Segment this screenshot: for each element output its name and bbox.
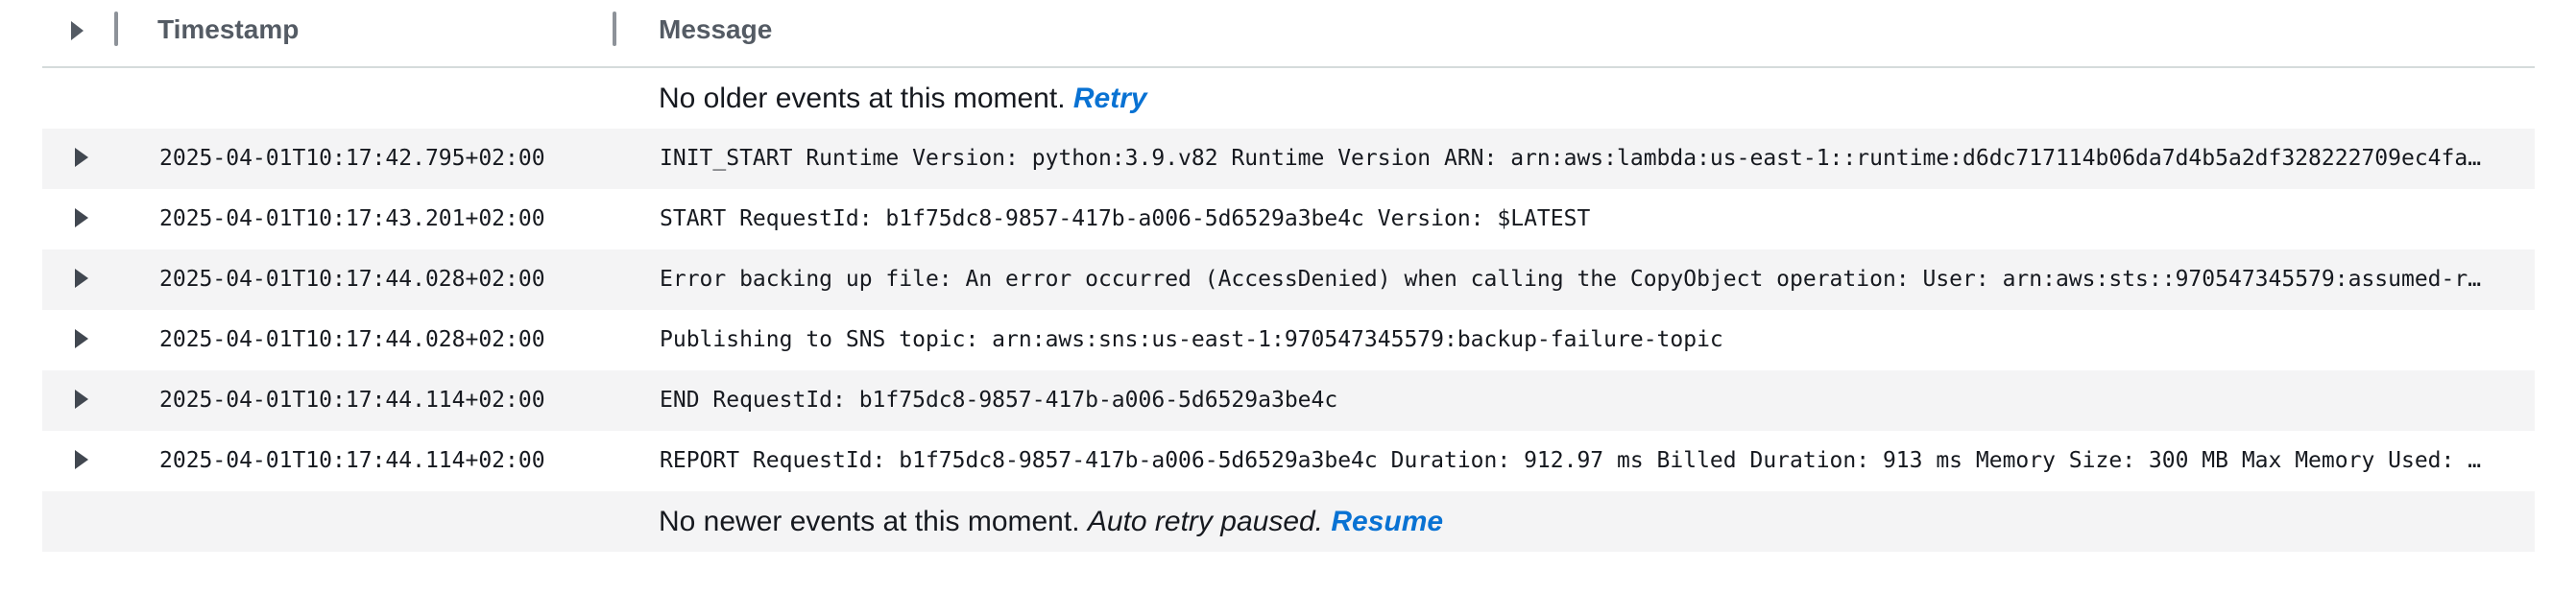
retry-link[interactable]: Retry	[1073, 83, 1147, 114]
auto-retry-status: Auto retry paused.	[1087, 506, 1324, 537]
older-events-banner: No older events at this moment. Retry	[42, 68, 2535, 129]
event-timestamp: 2025-04-01T10:17:43.201+02:00	[159, 206, 545, 231]
expand-row-icon[interactable]	[75, 390, 88, 409]
event-timestamp: 2025-04-01T10:17:44.028+02:00	[159, 267, 545, 292]
log-event-row[interactable]: 2025-04-01T10:17:42.795+02:00 INIT_START…	[42, 129, 2535, 189]
message-column-header[interactable]: Message	[659, 14, 772, 45]
event-message: START RequestId: b1f75dc8-9857-417b-a006…	[660, 206, 1591, 231]
log-event-row[interactable]: 2025-04-01T10:17:44.028+02:00 Publishing…	[42, 310, 2535, 370]
log-event-row[interactable]: 2025-04-01T10:17:44.114+02:00 END Reques…	[42, 370, 2535, 431]
event-timestamp: 2025-04-01T10:17:44.114+02:00	[159, 448, 545, 473]
expand-row-icon[interactable]	[75, 450, 88, 469]
expand-row-icon[interactable]	[75, 329, 88, 348]
event-message: Publishing to SNS topic: arn:aws:sns:us-…	[660, 327, 1723, 352]
event-timestamp: 2025-04-01T10:17:44.114+02:00	[159, 388, 545, 413]
column-resizer[interactable]	[613, 12, 616, 46]
expand-row-icon[interactable]	[75, 208, 88, 227]
newer-events-label: No newer events at this moment.	[659, 506, 1080, 537]
log-event-row[interactable]: 2025-04-01T10:17:43.201+02:00 START Requ…	[42, 189, 2535, 249]
log-event-row[interactable]: 2025-04-01T10:17:44.028+02:00 Error back…	[42, 249, 2535, 310]
newer-events-banner: No newer events at this moment. Auto ret…	[42, 491, 2535, 552]
event-message: REPORT RequestId: b1f75dc8-9857-417b-a00…	[660, 448, 2493, 473]
event-message: INIT_START Runtime Version: python:3.9.v…	[660, 146, 2493, 171]
event-message: END RequestId: b1f75dc8-9857-417b-a006-5…	[660, 388, 1338, 413]
expand-row-icon[interactable]	[75, 269, 88, 288]
expand-all-icon[interactable]	[71, 21, 84, 40]
log-events-table: Timestamp Message No older events at thi…	[42, 0, 2535, 552]
event-timestamp: 2025-04-01T10:17:44.028+02:00	[159, 327, 545, 352]
older-events-label: No older events at this moment.	[659, 83, 1066, 114]
event-timestamp: 2025-04-01T10:17:42.795+02:00	[159, 146, 545, 171]
log-event-row[interactable]: 2025-04-01T10:17:44.114+02:00 REPORT Req…	[42, 431, 2535, 491]
older-events-text: No older events at this moment. Retry	[659, 68, 1147, 129]
expand-row-icon[interactable]	[75, 148, 88, 167]
event-message: Error backing up file: An error occurred…	[660, 267, 2493, 292]
newer-events-text: No newer events at this moment. Auto ret…	[659, 491, 1443, 552]
column-resizer[interactable]	[114, 12, 118, 46]
resume-link[interactable]: Resume	[1331, 506, 1443, 537]
table-header: Timestamp Message	[42, 0, 2535, 68]
timestamp-column-header[interactable]: Timestamp	[157, 14, 299, 45]
